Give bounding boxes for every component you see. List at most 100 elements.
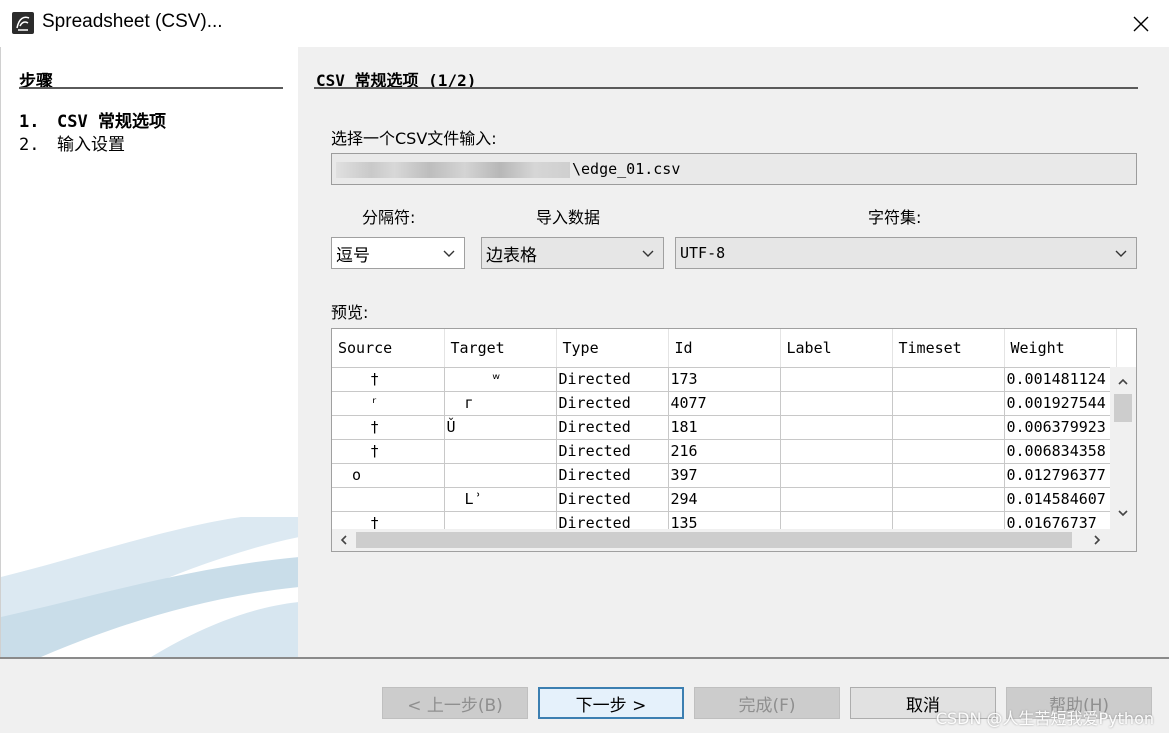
scroll-down-icon[interactable] xyxy=(1116,506,1130,520)
table-cell: † xyxy=(332,367,445,392)
table-cell: † xyxy=(332,415,445,440)
table-cell xyxy=(780,367,893,392)
table-cell xyxy=(892,391,1005,416)
horizontal-scroll-thumb[interactable] xyxy=(356,532,1072,548)
file-path-field[interactable]: \edge_01.csv xyxy=(331,153,1137,185)
table-cell: Ǔ xyxy=(444,415,557,440)
preview-table-container: Source Target Type Id Label Timeset Weig… xyxy=(331,328,1137,552)
table-row[interactable]: † Directed 216 0.006834358 xyxy=(332,439,1117,464)
dialog-footer: < 上一步(B) 下一步 > 完成(F) 取消 帮助(H) CSDN @人生苦短… xyxy=(0,657,1169,733)
vertical-scroll-thumb[interactable] xyxy=(1114,394,1132,422)
separator-select[interactable]: 逗号 xyxy=(331,237,465,269)
table-cell xyxy=(444,463,557,488)
step-item-csv-options: 1. CSV 常规选项 xyxy=(19,107,166,132)
back-button[interactable]: < 上一步(B) xyxy=(382,687,528,719)
table-cell xyxy=(444,439,557,464)
table-cell: Directed xyxy=(556,415,669,440)
table-row[interactable]: ʳ г Directed 4077 0.001927544 xyxy=(332,391,1117,416)
table-cell: 173 xyxy=(668,367,781,392)
horizontal-scrollbar[interactable] xyxy=(332,529,1136,551)
table-cell xyxy=(780,463,893,488)
charset-label: 字符集: xyxy=(868,208,922,227)
column-header: Source xyxy=(332,329,445,368)
step-label: CSV 常规选项 xyxy=(57,112,166,132)
chevron-down-icon xyxy=(642,250,654,257)
table-cell: ο xyxy=(332,463,445,488)
table-row[interactable]: Lʾ Directed 294 0.014584607 xyxy=(332,487,1117,512)
step-number: 2. xyxy=(19,135,40,155)
gephi-app-icon xyxy=(12,12,34,34)
section-divider xyxy=(314,87,1138,89)
table-cell: † xyxy=(332,439,445,464)
table-cell: 294 xyxy=(668,487,781,512)
separator-label: 分隔符: xyxy=(362,208,416,227)
chevron-down-icon xyxy=(443,250,455,257)
table-cell: 216 xyxy=(668,439,781,464)
table-cell: 0.014584607 xyxy=(1004,487,1117,512)
charset-value: UTF-8 xyxy=(680,244,726,262)
scroll-right-icon[interactable] xyxy=(1090,533,1104,547)
decorative-swoosh xyxy=(1,517,298,657)
step-label: 输入设置 xyxy=(57,135,125,155)
table-cell: г xyxy=(444,391,557,416)
table-cell: 0.006834358 xyxy=(1004,439,1117,464)
table-cell: Lʾ xyxy=(444,487,557,512)
table-cell xyxy=(892,367,1005,392)
table-cell: Directed xyxy=(556,367,669,392)
table-row[interactable]: † ʷ Directed 173 0.001481124 xyxy=(332,367,1117,392)
vertical-scrollbar[interactable] xyxy=(1110,367,1136,530)
window-title: Spreadsheet (CSV)... xyxy=(42,11,223,32)
table-cell: Directed xyxy=(556,487,669,512)
table-cell: 181 xyxy=(668,415,781,440)
table-cell xyxy=(892,439,1005,464)
table-cell xyxy=(892,415,1005,440)
file-label: 选择一个CSV文件输入: xyxy=(331,129,497,148)
table-cell xyxy=(780,439,893,464)
table-cell xyxy=(780,415,893,440)
separator-value: 逗号 xyxy=(336,245,370,266)
chevron-down-icon xyxy=(1115,250,1127,257)
preview-table: Source Target Type Id Label Timeset Weig… xyxy=(332,329,1117,536)
table-cell: 0.001927544 xyxy=(1004,391,1117,416)
column-header: Label xyxy=(780,329,893,368)
table-cell: ʷ xyxy=(444,367,557,392)
title-bar: Spreadsheet (CSV)... xyxy=(0,0,1169,47)
step-number: 1. xyxy=(19,112,40,132)
table-cell: Directed xyxy=(556,463,669,488)
column-header: Id xyxy=(668,329,781,368)
column-header: Type xyxy=(556,329,669,368)
charset-select[interactable]: UTF-8 xyxy=(675,237,1137,269)
table-cell xyxy=(780,391,893,416)
import-select[interactable]: 边表格 xyxy=(481,237,664,269)
steps-sidebar: 步骤 1. CSV 常规选项 2. 输入设置 xyxy=(0,47,298,657)
table-cell: 0.012796377 xyxy=(1004,463,1117,488)
table-cell: Directed xyxy=(556,391,669,416)
file-path-value: \edge_01.csv xyxy=(572,160,681,178)
table-row[interactable]: ο Directed 397 0.012796377 xyxy=(332,463,1117,488)
table-cell xyxy=(332,487,445,512)
next-button[interactable]: 下一步 > xyxy=(538,687,684,719)
table-cell xyxy=(892,463,1005,488)
step-item-input-settings: 2. 输入设置 xyxy=(19,130,125,155)
table-header-row: Source Target Type Id Label Timeset Weig… xyxy=(332,329,1117,368)
table-cell: ʳ xyxy=(332,391,445,416)
scroll-up-icon[interactable] xyxy=(1116,375,1130,389)
table-cell: 4077 xyxy=(668,391,781,416)
table-cell: 397 xyxy=(668,463,781,488)
table-row[interactable]: † Ǔ Directed 181 0.006379923 xyxy=(332,415,1117,440)
table-cell: 0.006379923 xyxy=(1004,415,1117,440)
table-cell xyxy=(780,487,893,512)
column-header: Target xyxy=(444,329,557,368)
watermark: CSDN @人生苦短我爱Python xyxy=(935,709,1154,728)
import-value: 边表格 xyxy=(486,245,537,266)
close-icon[interactable] xyxy=(1127,10,1155,38)
steps-divider xyxy=(19,87,283,89)
scroll-left-icon[interactable] xyxy=(337,533,351,547)
column-header: Timeset xyxy=(892,329,1005,368)
redacted-path xyxy=(336,162,570,178)
column-header: Weight xyxy=(1004,329,1117,368)
table-cell: Directed xyxy=(556,439,669,464)
finish-button[interactable]: 完成(F) xyxy=(694,687,840,719)
preview-label: 预览: xyxy=(331,303,369,322)
preview-rows: † ʷ Directed 173 0.001481124 ʳ г Directed 407… xyxy=(332,367,1117,536)
